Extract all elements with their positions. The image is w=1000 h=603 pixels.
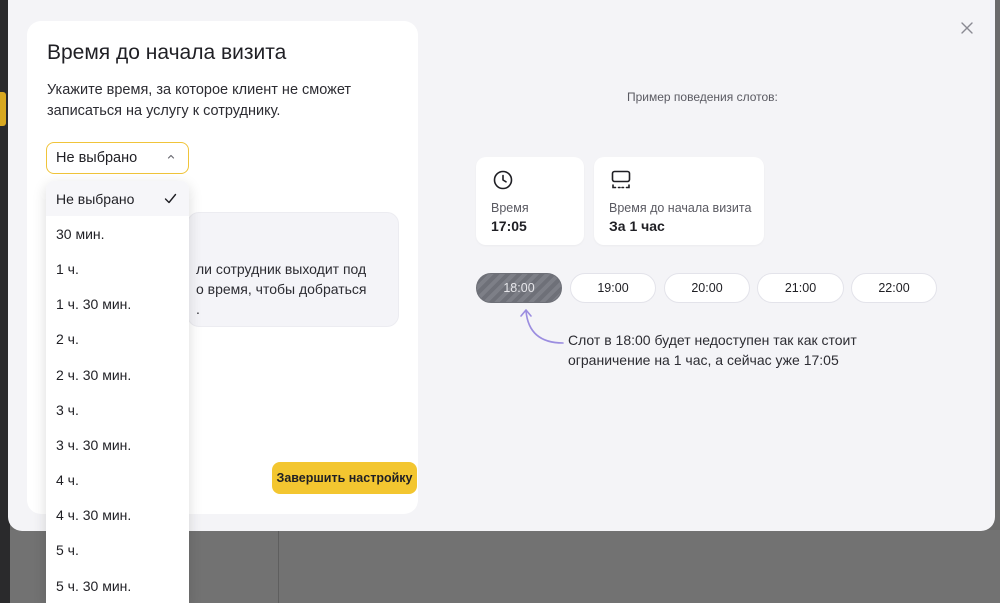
time-before-label: Время до начала визита xyxy=(609,201,752,215)
option-label: 1 ч. 30 мин. xyxy=(56,296,132,313)
slot-frame-icon xyxy=(611,170,631,189)
pointer-arrow-icon xyxy=(520,309,564,344)
option-label: 30 мин. xyxy=(56,225,105,242)
slot-2200[interactable]: 22:00 xyxy=(851,273,937,303)
slot-2100[interactable]: 21:00 xyxy=(757,273,844,303)
slot-2000[interactable]: 20:00 xyxy=(664,273,750,303)
option-label: Не выбрано xyxy=(56,190,135,207)
dropdown-option[interactable]: Не выбрано xyxy=(46,181,189,217)
dropdown-option[interactable]: 4 ч. xyxy=(46,463,189,498)
option-label: 5 ч. 30 мин. xyxy=(56,577,132,594)
dropdown-option[interactable]: 1 ч. 30 мин. xyxy=(46,287,189,322)
option-label: 2 ч. 30 мин. xyxy=(56,366,132,383)
clock-icon xyxy=(493,170,513,190)
option-label: 2 ч. xyxy=(56,331,79,348)
dropdown-option[interactable]: 5 ч. 30 мин. xyxy=(46,568,189,603)
dropdown-option[interactable]: 5 ч. xyxy=(46,533,189,568)
option-label: 4 ч. 30 мин. xyxy=(56,507,132,524)
slot-1900[interactable]: 19:00 xyxy=(570,273,656,303)
background-divider xyxy=(278,530,279,603)
time-before-select[interactable]: Не выбрано xyxy=(46,142,189,174)
dropdown-option[interactable]: 1 ч. xyxy=(46,251,189,286)
dropdown-option[interactable]: 3 ч. xyxy=(46,392,189,427)
select-dropdown: Не выбрано 30 мин. 1 ч. 1 ч. 30 мин. 2 ч… xyxy=(46,181,189,603)
dropdown-option[interactable]: 4 ч. 30 мин. xyxy=(46,498,189,533)
preview-label: Пример поведения слотов: xyxy=(627,90,778,104)
modal-title: Время до начала визита xyxy=(47,41,287,64)
current-time-value: 17:05 xyxy=(491,218,527,234)
close-button[interactable] xyxy=(957,18,977,38)
option-label: 4 ч. xyxy=(56,472,79,489)
option-label: 3 ч. xyxy=(56,401,79,418)
dropdown-option[interactable]: 2 ч. 30 мин. xyxy=(46,357,189,392)
option-label: 5 ч. xyxy=(56,542,79,559)
option-label: 1 ч. xyxy=(56,260,79,277)
time-before-value: За 1 час xyxy=(609,218,665,234)
slot-1800: 18:00 xyxy=(476,273,562,303)
time-before-card: Время до начала визита За 1 час xyxy=(594,157,764,245)
current-time-card: Время 17:05 xyxy=(476,157,584,245)
dropdown-option[interactable]: 2 ч. xyxy=(46,322,189,357)
dropdown-option[interactable]: 3 ч. 30 мин. xyxy=(46,427,189,462)
dropdown-option[interactable]: 30 мин. xyxy=(46,216,189,251)
slot-note: Слот в 18:00 будет недоступен так как ст… xyxy=(568,332,857,368)
modal-description: Укажите время, за которое клиент не смож… xyxy=(47,82,352,119)
info-text: ли сотрудник выходит под о время, чтобы … xyxy=(196,261,367,317)
chevron-up-icon xyxy=(167,154,175,159)
info-box: ли сотрудник выходит под о время, чтобы … xyxy=(187,212,399,327)
option-label: 3 ч. 30 мин. xyxy=(56,436,132,453)
finish-setup-button[interactable]: Завершить настройку xyxy=(272,462,417,494)
close-icon xyxy=(961,22,973,34)
current-time-label: Время xyxy=(491,201,529,215)
check-icon xyxy=(164,193,177,204)
background-sidebar-active-marker xyxy=(0,92,6,126)
select-value: Не выбрано xyxy=(56,150,138,166)
